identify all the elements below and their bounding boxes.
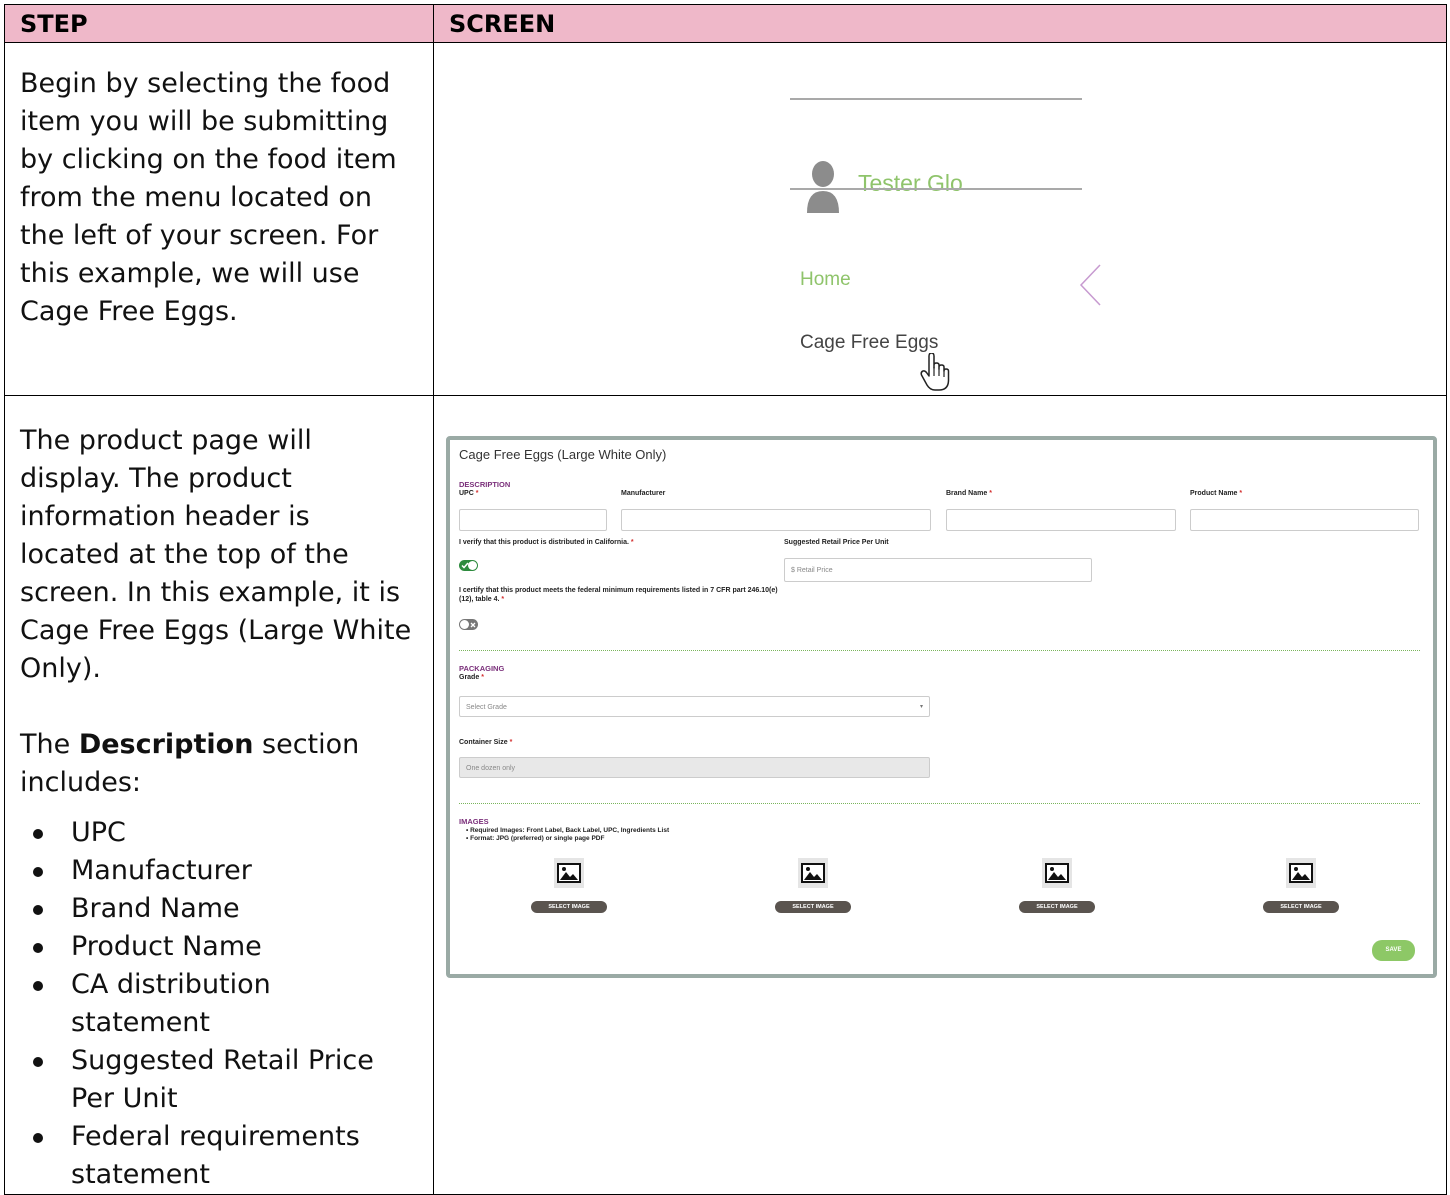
brand-name-label: Brand Name *: [946, 490, 992, 497]
screen-column-header: SCREEN: [433, 4, 1447, 43]
grade-select-value: Select Grade: [466, 704, 507, 711]
screen-cell-1: Tester Glo Home Cage Free Eggs: [433, 42, 1447, 396]
menu-item-cage-free-eggs[interactable]: Cage Free Eggs: [800, 332, 938, 354]
select-image-button[interactable]: SELECT IMAGE: [775, 901, 851, 913]
verify-label: I verify that this product is distribute…: [459, 539, 634, 546]
step-2-paragraph-2: The Description section includes:: [20, 726, 415, 802]
grade-label: Grade *: [459, 674, 484, 681]
instruction-table: STEP SCREEN Begin by selecting the food …: [4, 4, 1447, 1195]
product-form-screenshot: Cage Free Eggs (Large White Only) DESCRI…: [446, 436, 1437, 978]
container-size-field: One dozen only: [459, 757, 930, 778]
bullet-item: Manufacturer: [20, 852, 415, 890]
save-button[interactable]: SAVE: [1372, 940, 1415, 961]
product-title: Cage Free Eggs (Large White Only): [459, 447, 667, 462]
retail-price-input[interactable]: $ Retail Price: [784, 558, 1092, 582]
images-requirement-2: • Format: JPG (preferred) or single page…: [466, 835, 605, 842]
pointer-hand-cursor-icon: [920, 353, 950, 391]
bullet-item: Suggested Retail Price Per Unit: [20, 1042, 415, 1118]
section-divider: [459, 803, 1420, 804]
collapse-chevron-icon[interactable]: [1079, 264, 1101, 306]
container-size-label: Container Size *: [459, 739, 513, 746]
upc-input[interactable]: [459, 509, 607, 531]
user-avatar-icon: [807, 161, 839, 213]
image-placeholder-icon: [798, 858, 828, 888]
retail-price-label: Suggested Retail Price Per Unit: [784, 539, 889, 546]
bullet-item: Product Name: [20, 928, 415, 966]
step-1-text: Begin by selecting the food item you wil…: [20, 68, 397, 327]
image-placeholder-icon: [1042, 858, 1072, 888]
p2-bold: Description: [78, 729, 254, 760]
grade-select[interactable]: Select Grade ▾: [459, 696, 930, 717]
images-requirement-1: • Required Images: Front Label, Back Lab…: [466, 827, 670, 834]
step-2-paragraph-1: The product page will display. The produ…: [20, 425, 412, 684]
product-name-label: Product Name *: [1190, 490, 1243, 497]
upc-label: UPC *: [459, 490, 479, 497]
image-placeholder-icon: [554, 858, 584, 888]
step-cell-2: The product page will display. The produ…: [4, 395, 434, 1195]
manufacturer-label: Manufacturer: [621, 490, 666, 497]
x-icon: [470, 622, 476, 627]
p2-prefix: The: [20, 729, 79, 760]
step-cell-1: Begin by selecting the food item you wil…: [4, 42, 434, 396]
dropdown-arrow-icon: ▾: [919, 704, 923, 710]
menu-divider-bottom: [790, 188, 1082, 190]
bullet-item: Federal requirements statement: [20, 1118, 415, 1194]
brand-name-input[interactable]: [946, 509, 1176, 531]
description-heading: DESCRIPTION: [459, 480, 511, 489]
menu-divider-top: [790, 98, 1082, 100]
section-divider: [459, 650, 1420, 651]
screen-cell-2: Cage Free Eggs (Large White Only) DESCRI…: [433, 395, 1447, 1195]
certify-label: I certify that this product meets the fe…: [459, 587, 778, 603]
bullet-item: CA distribution statement: [20, 966, 415, 1042]
verify-toggle[interactable]: [459, 560, 478, 571]
image-placeholder-icon: [1286, 858, 1316, 888]
select-image-button[interactable]: SELECT IMAGE: [531, 901, 607, 913]
bullet-item: Brand Name: [20, 890, 415, 928]
menu-item-home[interactable]: Home: [800, 269, 851, 291]
certify-toggle[interactable]: [459, 619, 478, 630]
user-name: Tester Glo: [858, 170, 963, 196]
select-image-button[interactable]: SELECT IMAGE: [1019, 901, 1095, 913]
product-name-input[interactable]: [1190, 509, 1419, 531]
packaging-heading: PACKAGING: [459, 664, 505, 673]
select-image-button[interactable]: SELECT IMAGE: [1263, 901, 1339, 913]
step-column-header: STEP: [4, 4, 434, 43]
bullet-item: UPC: [20, 814, 415, 852]
manufacturer-input[interactable]: [621, 509, 931, 531]
images-heading: IMAGES: [459, 817, 489, 826]
description-bullets: UPC Manufacturer Brand Name Product Name…: [20, 814, 415, 1194]
